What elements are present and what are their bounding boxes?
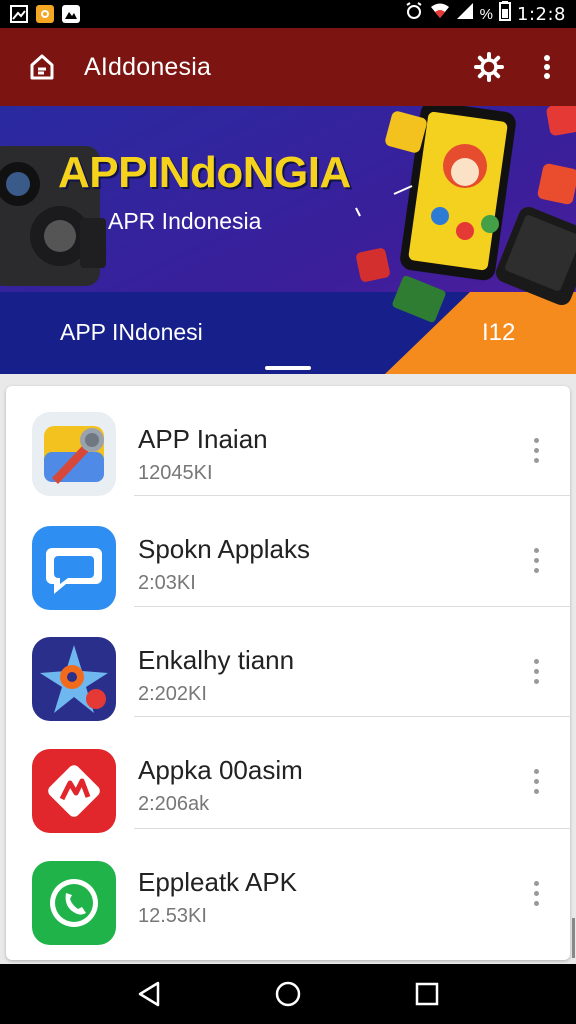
gallery-notification-icon	[62, 5, 80, 23]
home-circle-icon	[275, 981, 301, 1007]
app-name: Appka 00asim	[138, 755, 303, 785]
notification-icons	[10, 5, 80, 23]
battery-label: %	[479, 5, 493, 23]
red-diamond-app-icon	[32, 749, 116, 833]
recents-button[interactable]	[397, 964, 457, 1024]
banner-subtitle: APR Indonesia	[108, 208, 262, 234]
app-size: 2:03KI	[138, 572, 196, 594]
overflow-menu-button[interactable]	[518, 28, 576, 106]
status-time: 1:2:8	[517, 3, 566, 25]
home-nav-button[interactable]	[258, 964, 318, 1024]
recents-square-icon	[415, 982, 438, 1006]
alarm-icon	[404, 1, 424, 27]
item-more-button[interactable]	[522, 875, 550, 911]
whatsapp-phone-app-icon	[32, 861, 116, 945]
navigation-bar	[0, 964, 576, 1024]
scrollbar[interactable]	[572, 918, 575, 958]
wifi-icon	[430, 2, 450, 26]
home-button[interactable]	[0, 28, 84, 106]
list-item[interactable]: Appka 00asim 2:206ak	[6, 717, 570, 833]
app-size: 12.53KI	[138, 905, 207, 927]
image-notification-icon	[10, 5, 28, 23]
app-name: APP Inaian	[138, 424, 268, 454]
list-item[interactable]: Eppleatk APK 12.53KI	[6, 829, 570, 960]
list-item[interactable]: APP Inaian 12045KI	[6, 386, 570, 496]
microphone-app-icon	[32, 412, 116, 496]
item-more-button[interactable]	[522, 763, 550, 799]
app-size: 12045KI	[138, 462, 213, 484]
gear-icon	[474, 52, 504, 82]
star-eye-app-icon	[32, 637, 116, 721]
settings-button[interactable]	[460, 28, 518, 106]
app-bar: AIddonesia	[0, 28, 576, 106]
app-size: 2:202KI	[138, 683, 207, 705]
list-item[interactable]: Enkalhy tiann 2:202KI	[6, 607, 570, 721]
battery-icon	[499, 1, 511, 27]
app-title: AIddonesia	[84, 52, 212, 81]
list-item[interactable]: Spokn Applaks 2:03KI	[6, 496, 570, 610]
carousel-indicator[interactable]	[265, 366, 311, 370]
item-more-button[interactable]	[522, 542, 550, 578]
more-vert-icon	[544, 55, 550, 79]
back-triangle-icon	[139, 981, 160, 1007]
signal-icon	[456, 2, 474, 26]
banner-headline: APPINdoNGIA	[58, 148, 351, 197]
status-bar: % 1:2:8	[0, 0, 576, 28]
system-status: % 1:2:8	[404, 1, 566, 27]
banner-caption: APP INdonesi	[60, 319, 203, 345]
banner-count: I12	[482, 319, 516, 346]
app-name: Eppleatk APK	[138, 867, 297, 897]
item-more-button[interactable]	[522, 432, 550, 468]
app-name: Enkalhy tiann	[138, 645, 295, 675]
item-more-button[interactable]	[522, 653, 550, 689]
back-button[interactable]	[119, 964, 179, 1024]
app-size: 2:206ak	[138, 793, 210, 815]
app-notification-icon	[36, 5, 54, 23]
app-name: Spokn Applaks	[138, 534, 311, 564]
chat-bubble-app-icon	[32, 526, 116, 610]
store-home-icon	[30, 54, 54, 80]
app-list: APP Inaian 12045KI Spokn Applaks 2:03KI …	[6, 386, 570, 960]
